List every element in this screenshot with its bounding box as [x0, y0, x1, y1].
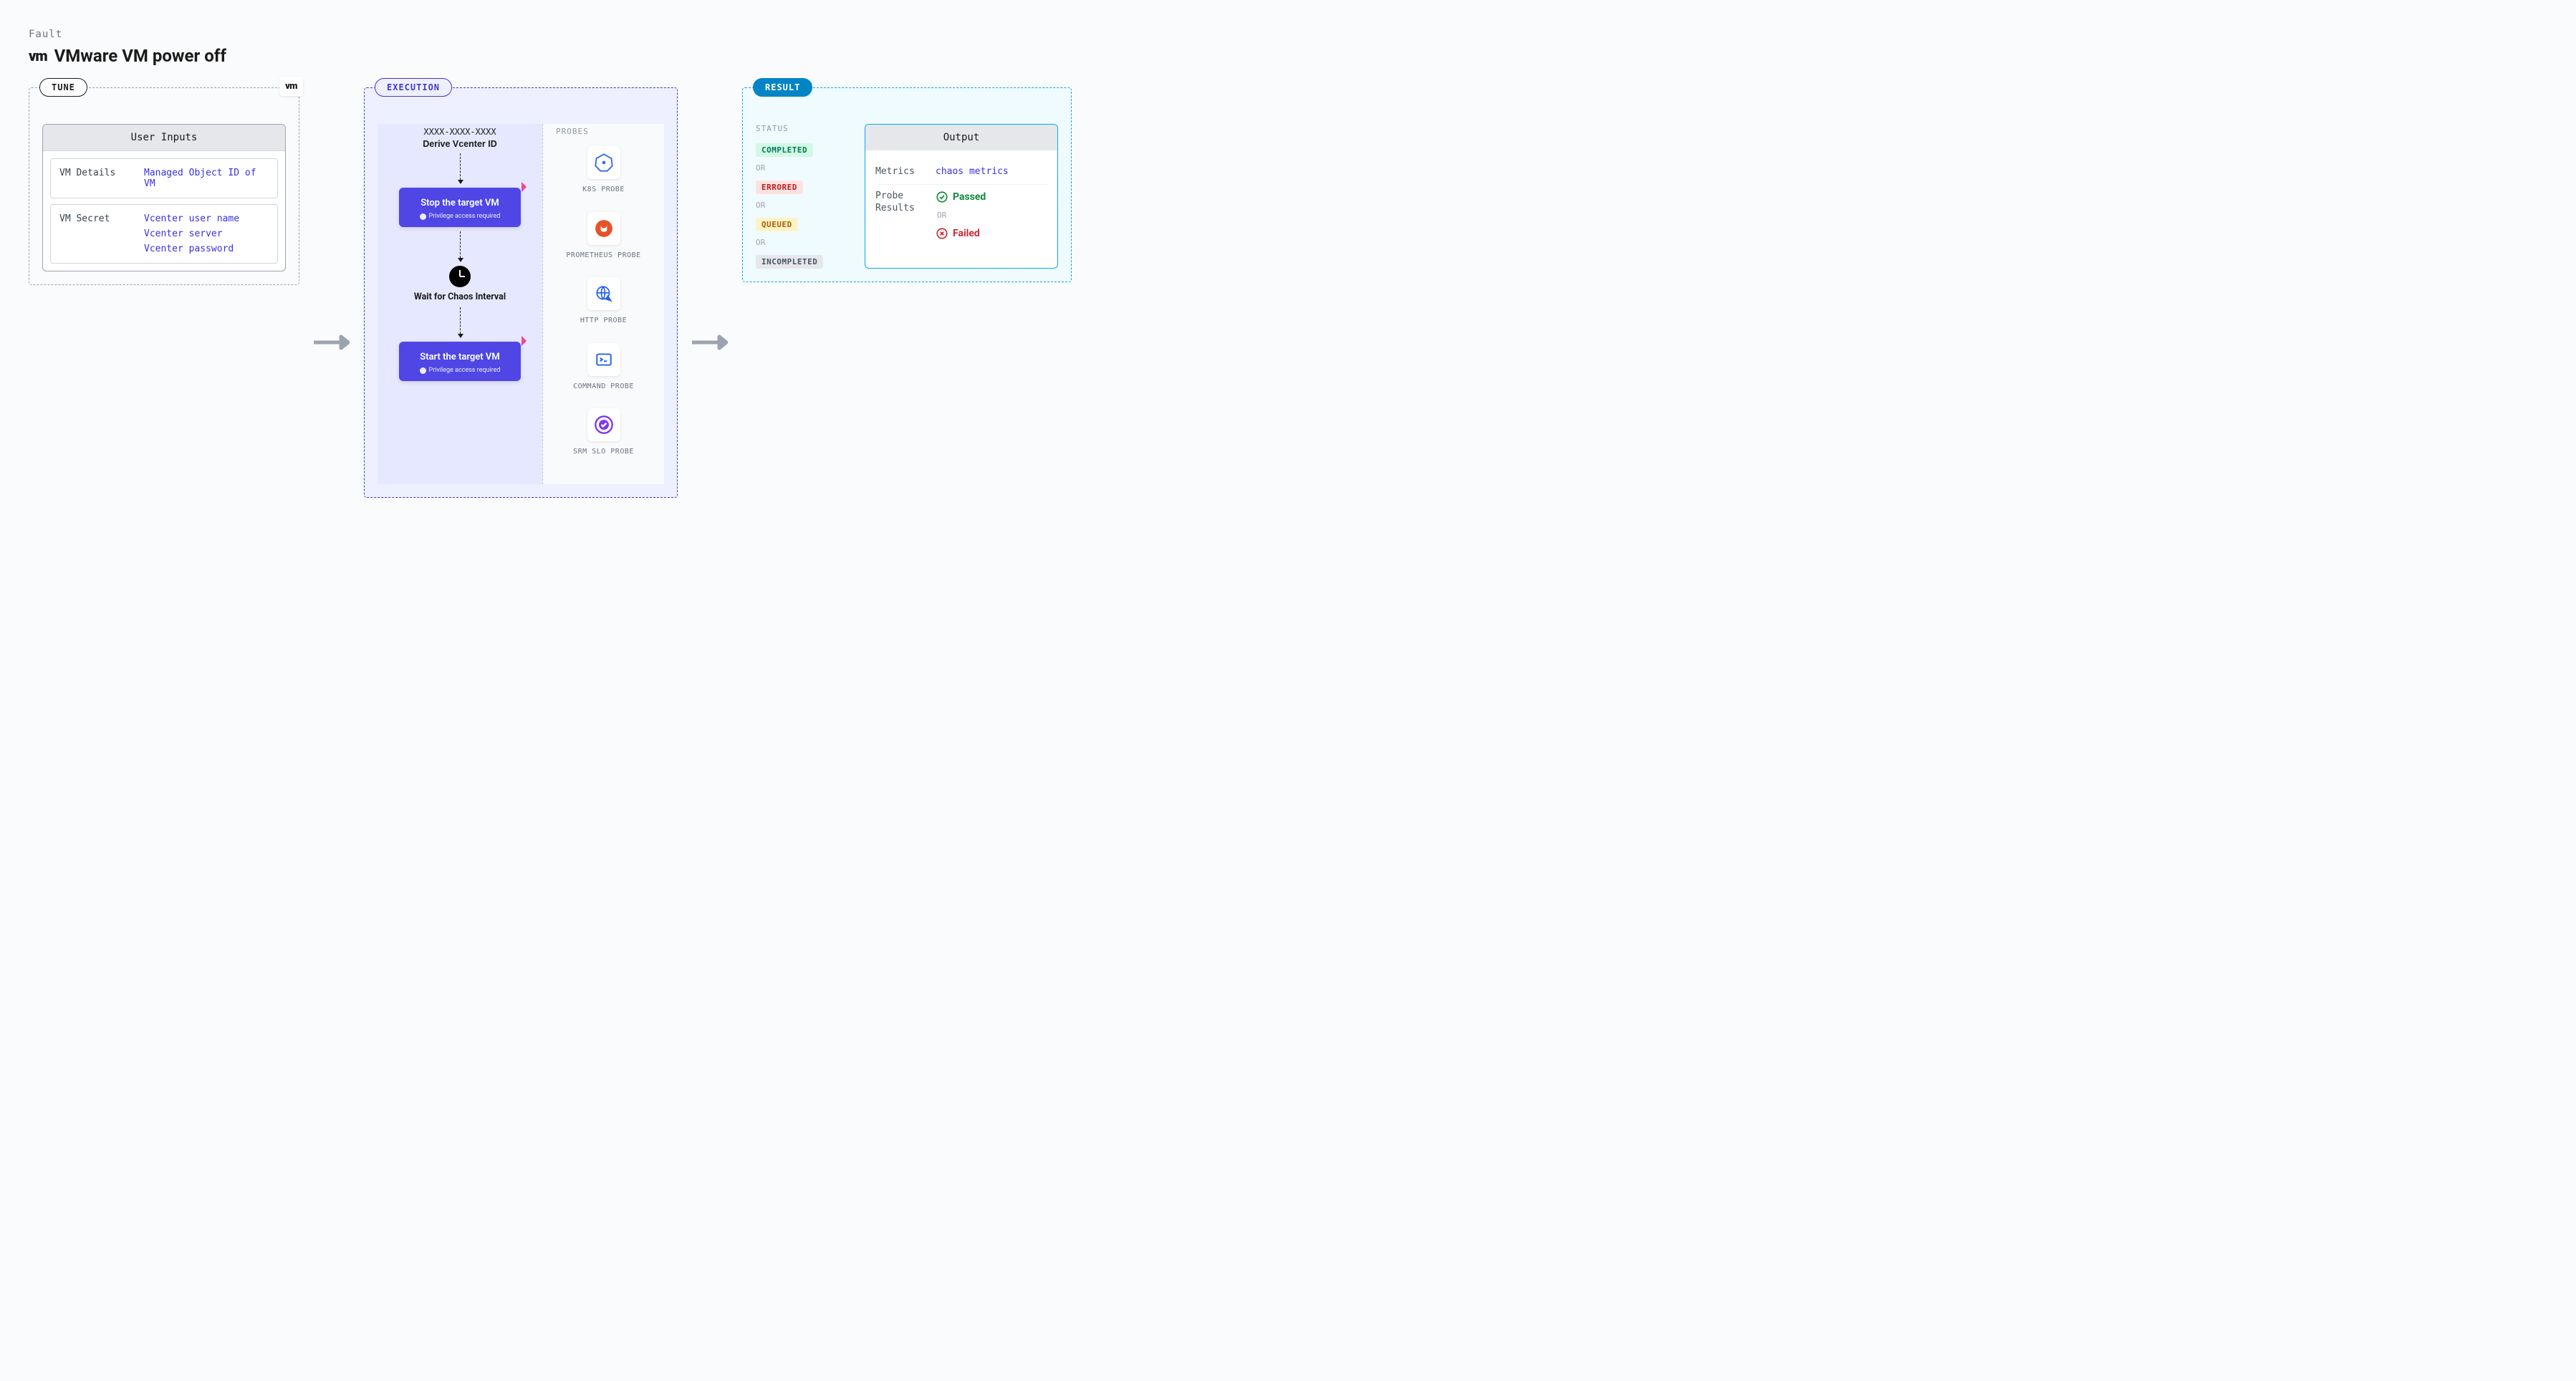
output-row-metrics: Metrics chaos metrics: [875, 160, 1047, 185]
privilege-note: Privilege access required: [408, 213, 512, 220]
passed-indicator: Passed: [936, 191, 986, 203]
value-line: Vcenter user name: [144, 213, 269, 224]
flow-arrow-icon: [460, 307, 461, 337]
globe-icon: [587, 277, 620, 310]
probe-label: HTTP PROBE: [556, 316, 651, 326]
probe-label: PROMETHEUS PROBE: [556, 251, 651, 261]
status-badge-errored: ERRORED: [756, 181, 803, 194]
row-key: VM Details: [59, 168, 138, 189]
execution-flow: XXXX-XXXX-XXXX Derive Vcenter ID Stop th…: [378, 124, 542, 484]
output-value: chaos metrics: [936, 166, 1047, 178]
or-separator: OR: [756, 163, 849, 173]
execution-tag: EXECUTION: [375, 78, 452, 97]
page-title: vm VMware VM power off: [29, 46, 2547, 66]
table-row: VM Details Managed Object ID of VM: [50, 158, 278, 198]
arrow-right-icon: [314, 335, 350, 350]
vcenter-id-placeholder: XXXX-XXXX-XXXX: [423, 127, 497, 137]
result-tag: RESULT: [753, 78, 812, 97]
table-row: VM Secret Vcenter user name Vcenter serv…: [50, 204, 278, 264]
or-separator: OR: [937, 211, 986, 220]
flow-arrow-icon: [460, 231, 461, 261]
tune-tag: TUNE: [39, 78, 87, 97]
derive-step: XXXX-XXXX-XXXX Derive Vcenter ID: [423, 127, 497, 149]
output-header: Output: [865, 125, 1057, 150]
status-badge-queued: QUEUED: [756, 218, 798, 231]
probe-label: COMMAND PROBE: [556, 382, 651, 392]
stop-vm-step: Stop the target VM Privilege access requ…: [399, 188, 521, 227]
probe-results-values: Passed OR Failed: [936, 191, 986, 240]
probes-column: PROBES K8S PROBE PROMETHEUS PROBE: [542, 124, 664, 484]
probe-item-command: COMMAND PROBE: [556, 343, 651, 392]
failed-indicator: Failed: [936, 227, 986, 240]
vmware-logo-icon: vm: [29, 47, 47, 64]
check-circle-icon: [936, 191, 948, 203]
step-title: Start the target VM: [408, 352, 512, 362]
title-text: VMware VM power off: [54, 46, 226, 66]
page-header: Fault vm VMware VM power off: [29, 29, 2547, 66]
slo-check-icon: [587, 408, 620, 441]
clock-icon: [449, 266, 471, 287]
output-key: Probe Results: [875, 191, 928, 240]
row-key: VM Secret: [59, 213, 138, 254]
status-badge-incompleted: INCOMPLETED: [756, 255, 823, 269]
category-label: Fault: [29, 29, 2547, 40]
table-header: User Inputs: [43, 125, 285, 151]
arrow-right-icon: [692, 335, 728, 350]
probe-item-prometheus: PROMETHEUS PROBE: [556, 212, 651, 261]
passed-label: Passed: [953, 191, 986, 203]
or-separator: OR: [756, 201, 849, 210]
value-line: Vcenter server: [144, 228, 269, 239]
failed-label: Failed: [953, 228, 980, 239]
wait-label: Wait for Chaos Interval: [414, 292, 506, 303]
status-column: STATUS COMPLETED OR ERRORED OR QUEUED OR…: [756, 124, 849, 269]
probe-item-http: HTTP PROBE: [556, 277, 651, 326]
result-panel: RESULT STATUS COMPLETED OR ERRORED OR QU…: [742, 87, 1072, 282]
probes-label: PROBES: [556, 127, 651, 136]
diagram-canvas: TUNE vm User Inputs VM Details Managed O…: [29, 87, 2547, 498]
flow-arrow-icon: [460, 153, 461, 183]
output-key: Metrics: [875, 166, 928, 178]
execution-panel: EXECUTION XXXX-XXXX-XXXX Derive Vcenter …: [364, 87, 678, 498]
step-title: Stop the target VM: [408, 198, 512, 208]
status-badge-completed: COMPLETED: [756, 143, 813, 157]
status-label: STATUS: [756, 124, 849, 133]
derive-label: Derive Vcenter ID: [423, 139, 497, 149]
corner-accent-icon: [516, 336, 527, 346]
row-value: Vcenter user name Vcenter server Vcenter…: [144, 213, 269, 254]
output-box: Output Metrics chaos metrics Probe Resul…: [865, 124, 1058, 269]
privilege-note: Privilege access required: [408, 367, 512, 374]
corner-accent-icon: [516, 182, 527, 192]
probe-label: K8S PROBE: [556, 185, 651, 195]
or-separator: OR: [756, 238, 849, 247]
start-vm-step: Start the target VM Privilege access req…: [399, 342, 521, 381]
probe-item-srm: SRM SLO PROBE: [556, 408, 651, 457]
row-value: Managed Object ID of VM: [144, 168, 269, 189]
wait-step: Wait for Chaos Interval: [414, 266, 506, 303]
probe-item-k8s: K8S PROBE: [556, 146, 651, 195]
terminal-icon: [587, 343, 620, 376]
user-inputs-table: User Inputs VM Details Managed Object ID…: [42, 124, 286, 271]
value-line: Vcenter password: [144, 244, 269, 254]
x-circle-icon: [936, 227, 948, 240]
kubernetes-icon: [587, 146, 620, 179]
tune-panel: TUNE vm User Inputs VM Details Managed O…: [29, 87, 299, 285]
vmware-badge-icon: vm: [279, 77, 303, 96]
probe-label: SRM SLO PROBE: [556, 447, 651, 457]
output-row-probe-results: Probe Results Passed OR Failed: [875, 185, 1047, 246]
prometheus-icon: [587, 212, 620, 245]
